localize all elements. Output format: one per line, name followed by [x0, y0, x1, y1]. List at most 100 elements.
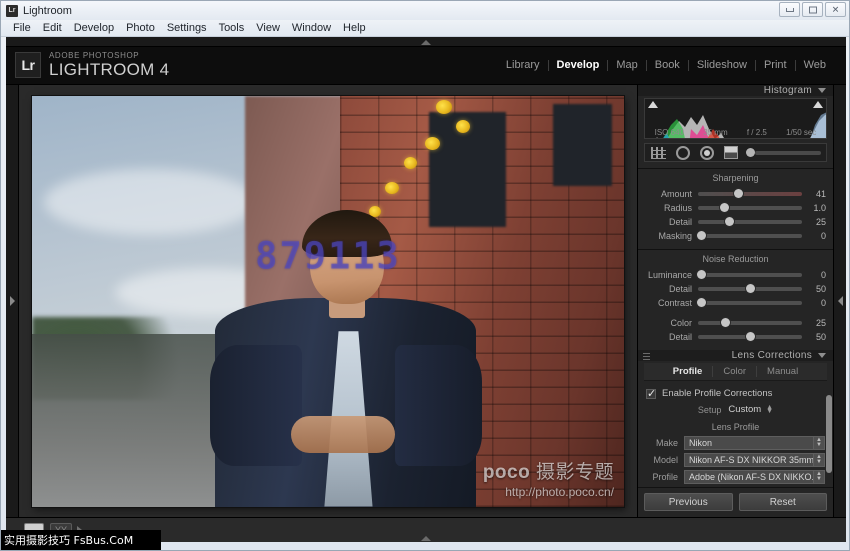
lens-make-row[interactable]: Make Nikon ▲ ▼: [638, 436, 833, 450]
left-panel-toggle[interactable]: [6, 85, 19, 517]
adjustment-brush-tool[interactable]: [746, 148, 821, 157]
setup-row[interactable]: Setup Custom ▲ ▼: [638, 402, 833, 419]
slider-value: 0: [820, 270, 826, 280]
histogram-graph[interactable]: ISO 640 35 mm f / 2.5 1/50 sec: [644, 98, 827, 139]
filmstrip-toggle-icon[interactable]: [421, 536, 431, 541]
slider-track[interactable]: [697, 270, 802, 279]
menu-file[interactable]: File: [7, 21, 37, 35]
slider-knob[interactable]: [697, 298, 707, 307]
lens-model-value[interactable]: Nikon AF-S DX NIKKOR 35mm...: [684, 453, 814, 467]
slider-knob[interactable]: [697, 231, 707, 240]
menu-window[interactable]: Window: [286, 21, 337, 35]
lens-make-value[interactable]: Nikon: [684, 436, 814, 450]
slider-knob[interactable]: [697, 270, 707, 279]
lightroom-logo: Lr: [15, 52, 41, 79]
lens-profile-label: Profile: [652, 472, 678, 482]
module-web[interactable]: Web: [796, 59, 834, 71]
highlight-clipping-icon[interactable]: [813, 101, 823, 108]
slider-track[interactable]: [698, 284, 802, 293]
module-develop[interactable]: Develop: [549, 59, 608, 71]
shadow-clipping-icon[interactable]: [648, 101, 658, 108]
menu-photo[interactable]: Photo: [120, 21, 161, 35]
reset-button[interactable]: Reset: [738, 493, 827, 511]
chevron-down-icon[interactable]: [818, 353, 826, 358]
top-panel-collapse-bar[interactable]: [6, 37, 846, 47]
module-library[interactable]: Library: [498, 59, 548, 71]
histogram-header[interactable]: Histogram: [638, 85, 833, 96]
image-canvas[interactable]: 879113 poco 摄影专题 http://photo.poco.cn/: [19, 85, 637, 517]
module-picker: Library Develop Map Book Slideshow Print…: [498, 59, 834, 71]
graduated-filter-tool[interactable]: [722, 144, 739, 161]
slider-track[interactable]: [698, 332, 802, 341]
slider-noise-color-detail[interactable]: Detail 50: [638, 330, 833, 344]
chevron-left-icon: [837, 296, 843, 306]
menu-view[interactable]: View: [250, 21, 286, 35]
crop-overlay-tool[interactable]: [650, 144, 667, 161]
slider-value: 50: [815, 284, 826, 294]
slider-track[interactable]: [698, 203, 802, 212]
stepper-icon[interactable]: ▲ ▼: [766, 404, 773, 415]
slider-knob[interactable]: [725, 217, 735, 226]
menu-settings[interactable]: Settings: [161, 21, 213, 35]
minimize-button[interactable]: [779, 2, 800, 17]
module-book[interactable]: Book: [647, 59, 688, 71]
slider-noise-contrast[interactable]: Contrast 0: [638, 296, 833, 310]
brand-title: LIGHTROOM 4: [49, 59, 170, 79]
enable-profile-corrections-checkbox[interactable]: [646, 387, 656, 400]
slider-track[interactable]: [698, 189, 802, 198]
slider-knob[interactable]: [720, 203, 729, 212]
slider-track[interactable]: [697, 231, 802, 240]
slider-knob[interactable]: [733, 189, 743, 198]
module-slideshow[interactable]: Slideshow: [689, 59, 755, 71]
slider-knob[interactable]: [746, 284, 755, 293]
slider-track[interactable]: [698, 318, 802, 327]
spot-removal-tool[interactable]: [674, 144, 691, 161]
sharpening-title: Sharpening: [712, 173, 759, 183]
slider-track[interactable]: [698, 217, 802, 226]
image-number-overlay: 879113: [255, 234, 401, 278]
chevron-down-icon[interactable]: [818, 88, 826, 93]
metadata-iso: ISO 640: [654, 128, 684, 137]
lens-profile-stepper-icon[interactable]: ▲ ▼: [814, 470, 825, 484]
photo-preview[interactable]: 879113 poco 摄影专题 http://photo.poco.cn/: [32, 95, 624, 507]
slider-sharpening-masking[interactable]: Masking 0: [638, 229, 833, 243]
slider-knob[interactable]: [746, 332, 755, 341]
close-button[interactable]: ✕: [825, 2, 846, 17]
application-window: Lr Lightroom ✕ File Edit Develop Photo S…: [0, 0, 850, 551]
enable-profile-corrections-row[interactable]: Enable Profile Corrections: [638, 383, 833, 402]
slider-noise-luminance[interactable]: Luminance 0: [638, 268, 833, 282]
tab-profile[interactable]: Profile: [663, 366, 713, 377]
lens-profile-value[interactable]: Adobe (Nikon AF-S DX NIKKO...: [684, 470, 814, 484]
slider-knob[interactable]: [721, 318, 731, 327]
brush-track[interactable]: [755, 150, 821, 155]
slider-sharpening-detail[interactable]: Detail 25: [638, 215, 833, 229]
watermark-brand: poco: [482, 461, 531, 483]
setup-value[interactable]: Custom: [728, 404, 761, 415]
slider-noise-color[interactable]: Color 25: [638, 316, 833, 330]
panel-switch-icon[interactable]: [643, 351, 650, 360]
lens-make-stepper-icon[interactable]: ▲ ▼: [814, 436, 825, 450]
maximize-button[interactable]: [802, 2, 823, 17]
slider-sharpening-amount[interactable]: Amount 41: [638, 187, 833, 201]
previous-button[interactable]: Previous: [644, 493, 733, 511]
red-eye-tool[interactable]: [698, 144, 715, 161]
slider-noise-detail[interactable]: Detail 50: [638, 282, 833, 296]
app-header: Lr ADOBE PHOTOSHOP LIGHTROOM 4 Library D…: [6, 47, 846, 85]
module-print[interactable]: Print: [756, 59, 795, 71]
tab-manual[interactable]: Manual: [756, 366, 808, 377]
tab-color[interactable]: Color: [712, 366, 756, 377]
slider-track[interactable]: [697, 298, 802, 307]
menu-tools[interactable]: Tools: [213, 21, 251, 35]
lens-corrections-header[interactable]: Lens Corrections: [638, 350, 833, 361]
menu-edit[interactable]: Edit: [37, 21, 68, 35]
lens-model-stepper-icon[interactable]: ▲ ▼: [814, 453, 825, 467]
right-panel-scrollbar[interactable]: [826, 395, 832, 473]
module-map[interactable]: Map: [608, 59, 645, 71]
lens-model-row[interactable]: Model Nikon AF-S DX NIKKOR 35mm... ▲ ▼: [638, 453, 833, 467]
lens-profile-row[interactable]: Profile Adobe (Nikon AF-S DX NIKKO... ▲ ▼: [638, 470, 833, 484]
slider-sharpening-radius[interactable]: Radius 1.0: [638, 201, 833, 215]
lens-corrections-title: Lens Corrections: [731, 350, 812, 361]
menu-develop[interactable]: Develop: [68, 21, 120, 35]
right-panel-toggle[interactable]: [833, 85, 846, 517]
menu-help[interactable]: Help: [337, 21, 372, 35]
